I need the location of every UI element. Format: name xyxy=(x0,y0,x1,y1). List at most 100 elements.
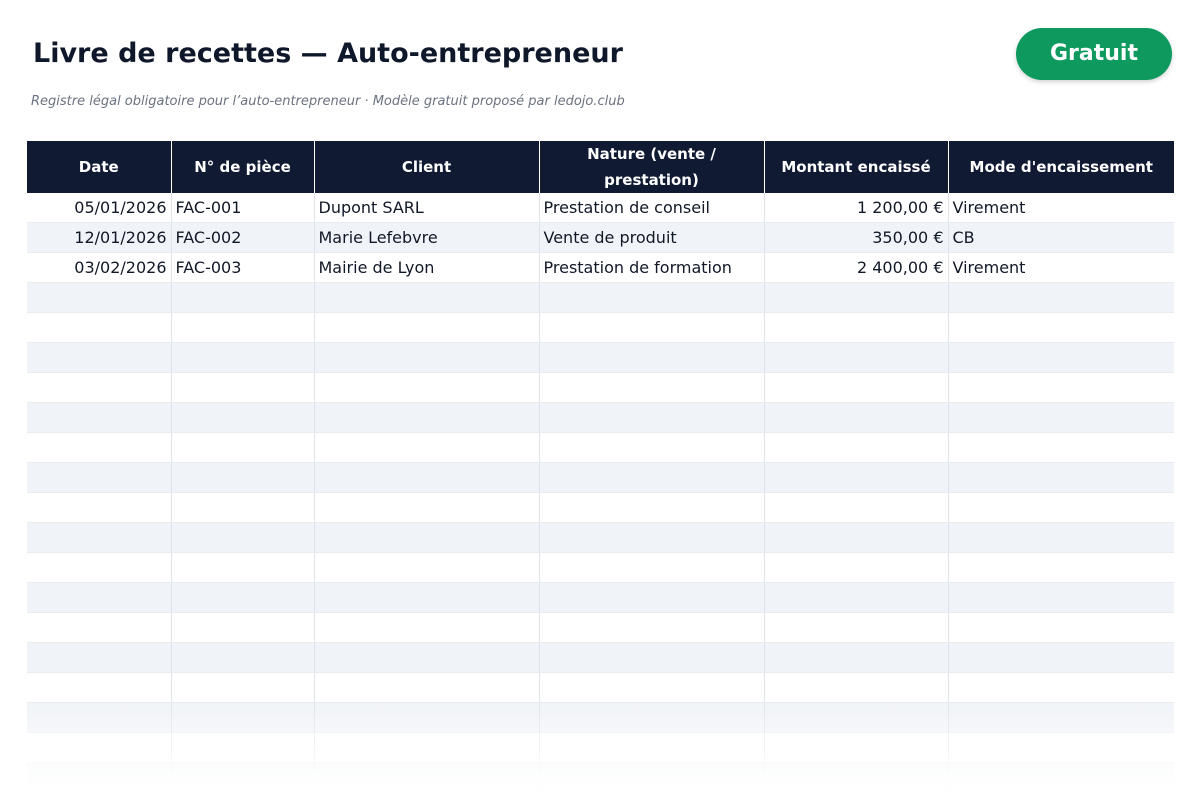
cell-amount[interactable] xyxy=(763,342,948,373)
cell-nature[interactable] xyxy=(538,612,764,643)
cell-date[interactable]: 12/01/2026 xyxy=(27,222,171,253)
cell-document-number[interactable] xyxy=(170,582,314,613)
column-header-amount[interactable]: Montant encaissé xyxy=(763,141,948,193)
column-header-payment-method[interactable]: Mode d'encaissement xyxy=(947,141,1174,193)
cell-nature[interactable] xyxy=(538,732,764,763)
cell-document-number[interactable] xyxy=(170,672,314,703)
cell-payment-method[interactable] xyxy=(947,342,1174,373)
cell-nature[interactable] xyxy=(538,762,764,793)
column-header-nature[interactable]: Nature (vente / prestation) xyxy=(538,141,764,193)
cell-date[interactable] xyxy=(27,282,171,313)
cell-nature[interactable] xyxy=(538,702,764,733)
cell-nature[interactable] xyxy=(538,432,764,463)
cell-payment-method[interactable] xyxy=(947,612,1174,643)
cell-payment-method[interactable] xyxy=(947,672,1174,703)
cell-payment-method[interactable] xyxy=(947,582,1174,613)
cell-date[interactable] xyxy=(27,612,171,643)
cell-document-number[interactable] xyxy=(170,762,314,793)
cell-amount[interactable] xyxy=(763,312,948,343)
cell-document-number[interactable]: FAC-002 xyxy=(170,222,314,253)
cell-payment-method[interactable]: Virement xyxy=(947,193,1174,223)
cell-amount[interactable] xyxy=(763,702,948,733)
cell-nature[interactable] xyxy=(538,312,764,343)
cell-document-number[interactable]: FAC-003 xyxy=(170,252,314,283)
cell-client[interactable] xyxy=(313,582,539,613)
cell-amount[interactable] xyxy=(763,402,948,433)
cell-client[interactable]: Mairie de Lyon xyxy=(313,252,539,283)
cell-nature[interactable] xyxy=(538,552,764,583)
cell-date[interactable] xyxy=(27,432,171,463)
cell-client[interactable] xyxy=(313,612,539,643)
cell-date[interactable] xyxy=(27,672,171,703)
column-header-document-number[interactable]: N° de pièce xyxy=(170,141,314,193)
cell-payment-method[interactable] xyxy=(947,492,1174,523)
cell-document-number[interactable] xyxy=(170,282,314,313)
cell-document-number[interactable] xyxy=(170,552,314,583)
cell-payment-method[interactable] xyxy=(947,462,1174,493)
cell-client[interactable]: Marie Lefebvre xyxy=(313,222,539,253)
cell-payment-method[interactable] xyxy=(947,282,1174,313)
cell-payment-method[interactable] xyxy=(947,702,1174,733)
cell-client[interactable] xyxy=(313,642,539,673)
column-header-date[interactable]: Date xyxy=(27,141,171,193)
cell-document-number[interactable] xyxy=(170,702,314,733)
cell-nature[interactable] xyxy=(538,492,764,523)
cell-nature[interactable] xyxy=(538,342,764,373)
cell-client[interactable] xyxy=(313,672,539,703)
cell-date[interactable] xyxy=(27,492,171,523)
cell-date[interactable] xyxy=(27,522,171,553)
cell-amount[interactable] xyxy=(763,732,948,763)
cell-date[interactable] xyxy=(27,702,171,733)
cell-nature[interactable]: Vente de produit xyxy=(538,222,764,253)
cell-nature[interactable] xyxy=(538,522,764,553)
cell-payment-method[interactable]: CB xyxy=(947,222,1174,253)
cell-amount[interactable] xyxy=(763,282,948,313)
cell-date[interactable]: 03/02/2026 xyxy=(27,252,171,283)
cell-client[interactable] xyxy=(313,732,539,763)
cell-document-number[interactable] xyxy=(170,642,314,673)
cell-payment-method[interactable] xyxy=(947,522,1174,553)
cell-date[interactable] xyxy=(27,582,171,613)
cell-document-number[interactable] xyxy=(170,492,314,523)
column-header-client[interactable]: Client xyxy=(313,141,539,193)
cell-date[interactable] xyxy=(27,732,171,763)
cell-amount[interactable] xyxy=(763,462,948,493)
cell-client[interactable]: Dupont SARL xyxy=(313,193,539,223)
cell-amount[interactable]: 350,00 € xyxy=(763,222,948,253)
cell-client[interactable] xyxy=(313,552,539,583)
cell-document-number[interactable] xyxy=(170,732,314,763)
cell-document-number[interactable] xyxy=(170,312,314,343)
cell-payment-method[interactable] xyxy=(947,312,1174,343)
cell-document-number[interactable] xyxy=(170,522,314,553)
cell-amount[interactable] xyxy=(763,552,948,583)
cell-nature[interactable] xyxy=(538,402,764,433)
cell-client[interactable] xyxy=(313,372,539,403)
cell-payment-method[interactable] xyxy=(947,432,1174,463)
cell-payment-method[interactable] xyxy=(947,372,1174,403)
cell-amount[interactable] xyxy=(763,372,948,403)
cell-amount[interactable] xyxy=(763,762,948,793)
cell-client[interactable] xyxy=(313,492,539,523)
cell-client[interactable] xyxy=(313,402,539,433)
cell-payment-method[interactable] xyxy=(947,762,1174,793)
cell-amount[interactable]: 1 200,00 € xyxy=(763,193,948,223)
cell-client[interactable] xyxy=(313,432,539,463)
cell-date[interactable] xyxy=(27,402,171,433)
cell-document-number[interactable]: FAC-001 xyxy=(170,193,314,223)
cell-amount[interactable] xyxy=(763,642,948,673)
cell-nature[interactable]: Prestation de formation xyxy=(538,252,764,283)
cell-amount[interactable] xyxy=(763,582,948,613)
cell-client[interactable] xyxy=(313,762,539,793)
cell-client[interactable] xyxy=(313,462,539,493)
cell-amount[interactable] xyxy=(763,492,948,523)
cell-amount[interactable] xyxy=(763,612,948,643)
cell-payment-method[interactable]: Virement xyxy=(947,252,1174,283)
free-badge[interactable]: Gratuit xyxy=(1016,28,1172,80)
cell-amount[interactable]: 2 400,00 € xyxy=(763,252,948,283)
cell-client[interactable] xyxy=(313,702,539,733)
cell-client[interactable] xyxy=(313,282,539,313)
cell-document-number[interactable] xyxy=(170,462,314,493)
cell-document-number[interactable] xyxy=(170,402,314,433)
cell-payment-method[interactable] xyxy=(947,732,1174,763)
cell-nature[interactable] xyxy=(538,642,764,673)
